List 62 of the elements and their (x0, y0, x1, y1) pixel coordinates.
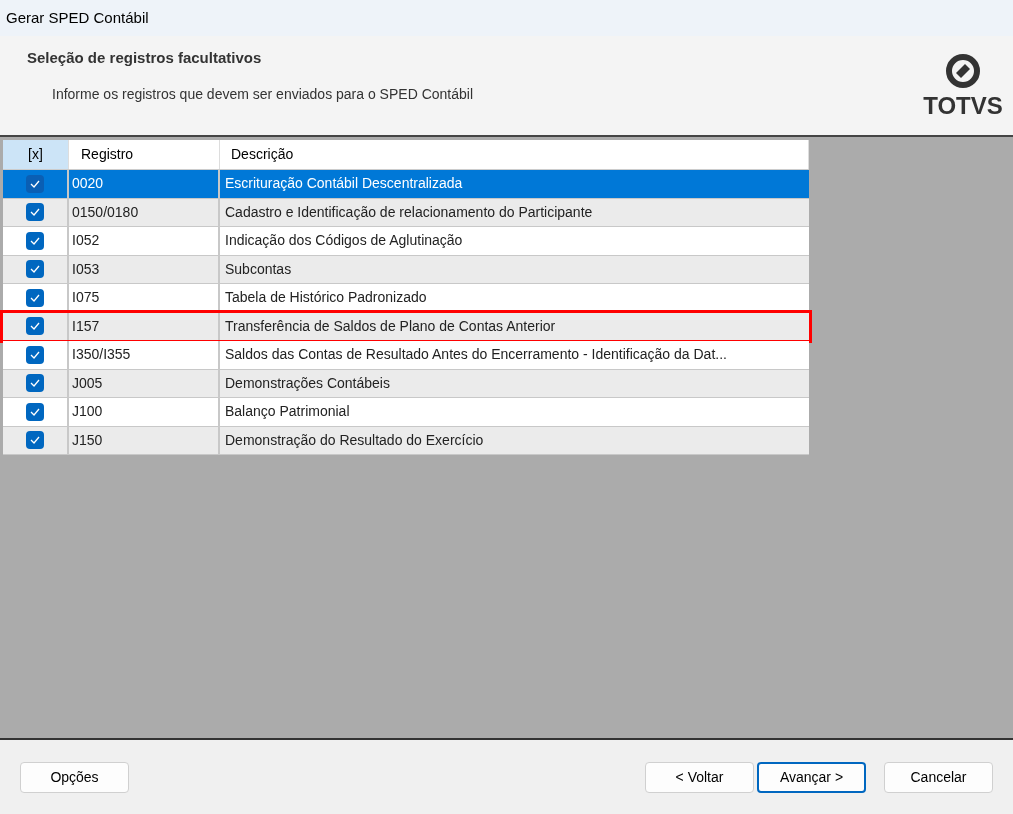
check-icon (30, 379, 40, 388)
table-row[interactable]: I075 Tabela de Histórico Padronizado (3, 284, 809, 313)
table-cell-text: Indicação dos Códigos de Aglutinação (225, 231, 463, 251)
checkbox[interactable] (26, 317, 44, 336)
table-cell-text: J005 (72, 373, 103, 393)
table-cell-text: Saldos das Contas de Resultado Antes do Encerramento - Identificação da Dat... (225, 345, 727, 365)
table-cell-text: Demonstrações Contábeis (225, 373, 390, 393)
check-icon (30, 179, 40, 188)
check-icon (30, 436, 40, 445)
table-row[interactable]: 0020 Escrituração Contábil Descentralizada (3, 170, 809, 199)
table-cell-text: Demonstração do Resultado do Exercício (225, 430, 484, 450)
checkbox[interactable] (26, 231, 44, 250)
checkbox[interactable] (26, 345, 44, 364)
check-icon (30, 293, 40, 302)
table-cell-text: I052 (72, 231, 100, 251)
table-row[interactable]: 0150/0180 Cadastro e Identificação de relacionamento do Participante (3, 198, 809, 227)
table-cell-text: 0150/0180 (72, 202, 139, 222)
table-row[interactable]: I350/I355 Saldos das Contas de Resultado Antes do Encerramento - Identificação da Dat... (3, 341, 809, 370)
table-cell-text: Tabela de Histórico Padronizado (225, 288, 427, 308)
table-cell-text: Cadastro e Identificação de relacionamento do Participante (225, 202, 593, 222)
page-title: Seleção de registros facultativos (27, 48, 263, 68)
table-row[interactable]: J005 Demonstrações Contábeis (3, 369, 809, 398)
table-row[interactable]: I052 Indicação dos Códigos de Aglutinação (3, 227, 809, 256)
check-icon (30, 322, 40, 331)
checkbox[interactable] (26, 288, 44, 307)
checkbox[interactable] (26, 431, 44, 450)
check-icon (30, 407, 40, 416)
table-row[interactable]: J150 Demonstração do Resultado do Exercício (3, 426, 809, 455)
table-cell-text: Transferência de Saldos de Plano de Contas Anterior (225, 316, 556, 336)
check-icon (30, 350, 40, 359)
table-row[interactable]: I157 Transferência de Saldos de Plano de Contas Anterior (3, 312, 809, 341)
options-button[interactable]: Opções (20, 761, 129, 793)
checkbox[interactable] (26, 374, 44, 393)
checkbox[interactable] (26, 402, 44, 421)
table-cell-text: Subcontas (225, 259, 292, 279)
page-subtitle: Informe os registros que devem ser enviados para o SPED Contábil (52, 84, 474, 104)
checkbox[interactable] (26, 174, 44, 193)
column-header[interactable]: Registro (69, 140, 220, 169)
wizard-button[interactable]: Cancelar (884, 761, 993, 793)
table-cell-text: J150 (72, 430, 103, 450)
table-row[interactable]: I053 Subcontas (3, 255, 809, 284)
table-cell-text: Balanço Patrimonial (225, 402, 350, 422)
checkbox[interactable] (26, 203, 44, 222)
logo-icon (944, 52, 982, 90)
table-cell-text: I053 (72, 259, 100, 279)
check-icon (30, 208, 40, 217)
column-header[interactable]: [x] (3, 140, 69, 169)
table-cell-text: 0020 (72, 174, 104, 194)
check-icon (30, 236, 40, 245)
table-row[interactable]: J100 Balanço Patrimonial (3, 398, 809, 427)
checkbox[interactable] (26, 260, 44, 279)
check-icon (30, 265, 40, 274)
logo-text: TOTVS (923, 94, 1003, 118)
table-cell-text: J100 (72, 402, 103, 422)
table-cell-text: I075 (72, 288, 100, 308)
table-cell-text: I350/I355 (72, 345, 131, 365)
table-cell-text: Escrituração Contábil Descentralizada (225, 174, 463, 194)
wizard-button[interactable]: < Voltar (645, 761, 754, 793)
wizard-button[interactable]: Avançar > (757, 761, 866, 793)
table-cell-text: I157 (72, 316, 100, 336)
column-header[interactable]: Descrição (220, 140, 809, 169)
window-title: Gerar SPED Contábil (6, 7, 149, 28)
